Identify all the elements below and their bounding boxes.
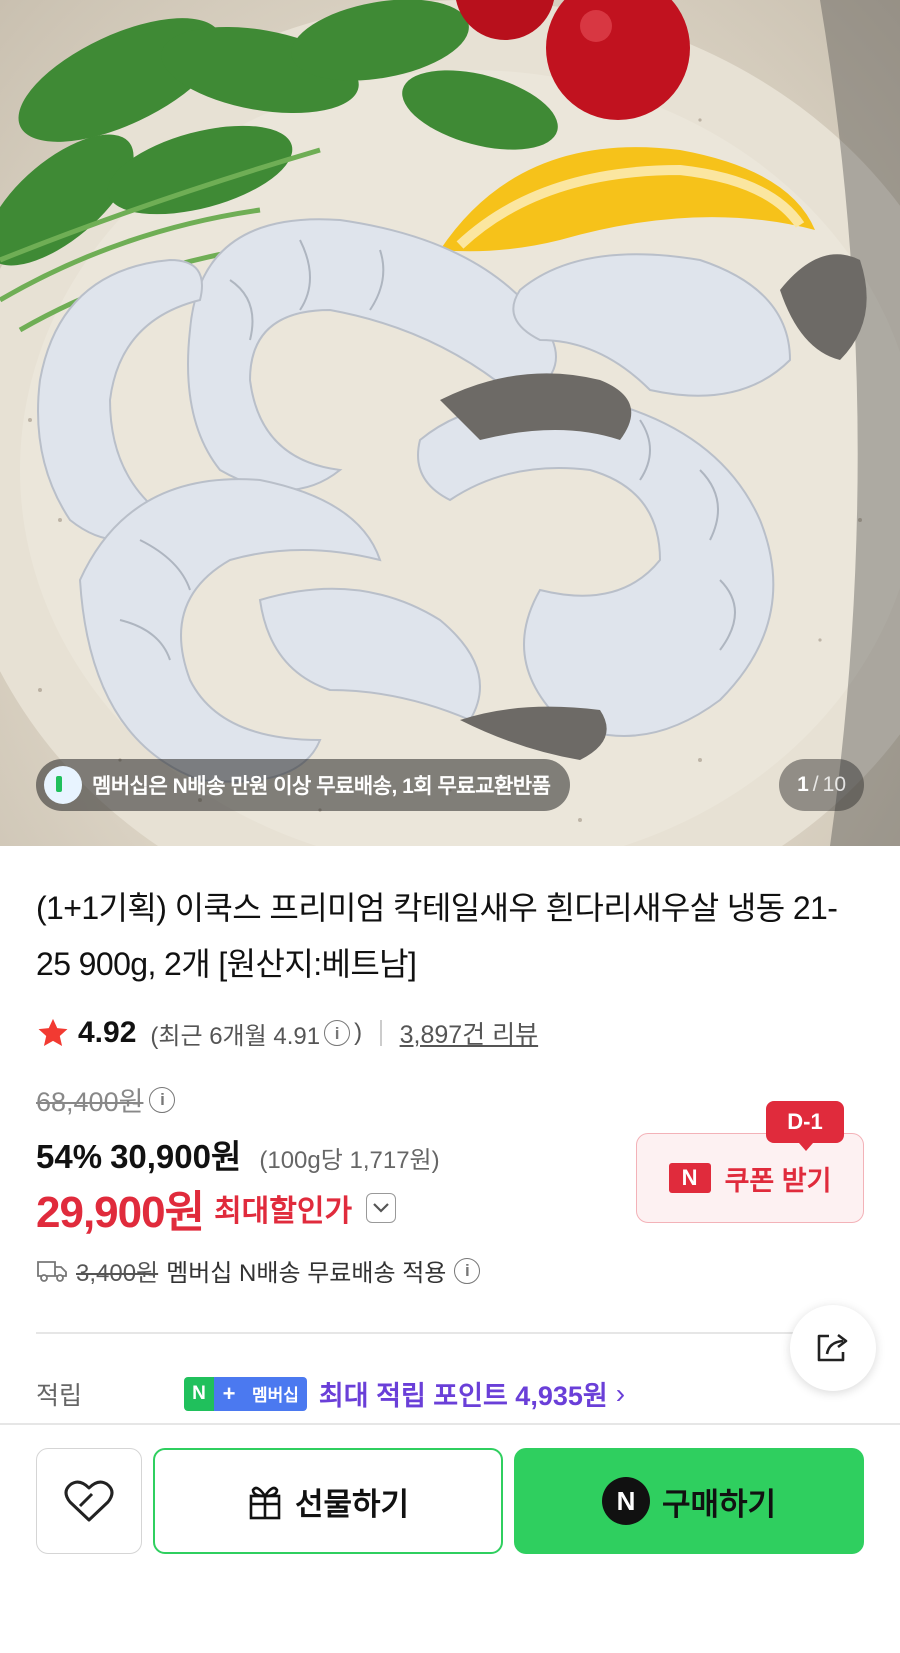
original-price-value: 68,400원 bbox=[36, 1087, 144, 1117]
dday-badge: D-1 bbox=[766, 1101, 844, 1151]
points-text: 최대 적립 포인트 4,935원 bbox=[318, 1381, 608, 1411]
action-bar-divider bbox=[0, 1423, 900, 1425]
discount-percent: 54% bbox=[36, 1138, 103, 1175]
badge-text: 멤버십 bbox=[244, 1376, 307, 1411]
badge-plus: + bbox=[214, 1376, 244, 1411]
sale-price-row: 54% 30,900원 (100g당 1,717원) bbox=[36, 1130, 440, 1178]
share-icon bbox=[817, 1333, 848, 1362]
buy-label: 구매하기 bbox=[661, 1486, 777, 1522]
naver-pay-icon: N bbox=[601, 1477, 650, 1525]
points-row[interactable]: 적립 N + 멤버십 최대 적립 포인트 4,935원 › bbox=[36, 1374, 625, 1413]
gift-label: 선물하기 bbox=[294, 1486, 410, 1522]
max-discount-price: 29,900원 bbox=[36, 1188, 205, 1237]
recent-rating-text: (최근 6개월 4.91 bbox=[150, 1022, 321, 1050]
buy-button[interactable]: N 구매하기 bbox=[514, 1448, 864, 1554]
wishlist-button[interactable] bbox=[36, 1448, 142, 1554]
gift-icon bbox=[249, 1486, 281, 1520]
shipping-fee: 3,400원 bbox=[76, 1260, 159, 1287]
image-counter-total: 10 bbox=[822, 773, 846, 796]
membership-badge: N + 멤버십 bbox=[184, 1376, 307, 1411]
shipping-info-icon[interactable]: i bbox=[454, 1257, 481, 1284]
coupon-label: 쿠폰 받기 bbox=[724, 1165, 832, 1196]
unit-price: (100g당 1,717원) bbox=[259, 1147, 440, 1174]
naver-n-icon: N bbox=[668, 1163, 711, 1193]
shrimp-photo bbox=[0, 0, 900, 846]
star-icon bbox=[38, 1018, 68, 1047]
info-icon[interactable]: i bbox=[324, 1020, 351, 1046]
membership-banner[interactable]: 멤버십은 N배송 만원 이상 무료배송, 1회 무료교환반품 bbox=[36, 759, 571, 811]
review-count-link[interactable]: 3,897건 리뷰 bbox=[400, 1015, 539, 1051]
original-price: 68,400원 i bbox=[36, 1080, 176, 1119]
gift-button[interactable]: 선물하기 bbox=[153, 1448, 503, 1554]
divider bbox=[380, 1020, 382, 1046]
shipping-row: 3,400원 멤버십 N배송 무료배송 적용 i bbox=[36, 1253, 481, 1288]
points-label: 적립 bbox=[36, 1381, 83, 1410]
recent-rating: (최근 6개월 4.91 i ) bbox=[150, 1016, 362, 1051]
chevron-down-icon[interactable] bbox=[366, 1193, 397, 1223]
image-counter-current: 1 bbox=[797, 773, 809, 796]
chevron-right-icon: › bbox=[615, 1377, 626, 1409]
banner-text: 멤버십은 N배송 만원 이상 무료배송, 1회 무료교환반품 bbox=[92, 775, 551, 798]
heart-icon bbox=[64, 1480, 114, 1522]
truck-icon bbox=[37, 1260, 67, 1282]
max-discount-label: 최대할인가 bbox=[214, 1195, 353, 1228]
product-image[interactable]: 멤버십은 N배송 만원 이상 무료배송, 1회 무료교환반품 1 / 10 bbox=[0, 0, 900, 846]
share-button[interactable] bbox=[790, 1305, 876, 1391]
product-title: (1+1기획) 이쿡스 프리미엄 칵테일새우 흰다리새우살 냉동 21-25 9… bbox=[36, 890, 838, 982]
max-discount-row[interactable]: 29,900원 최대할인가 bbox=[36, 1176, 397, 1240]
sale-price: 30,900원 bbox=[110, 1138, 242, 1175]
shipping-text: 멤버십 N배송 무료배송 적용 bbox=[166, 1260, 447, 1287]
coupon-button[interactable]: N 쿠폰 받기 bbox=[636, 1133, 864, 1223]
rating-row: 4.92 (최근 6개월 4.91 i ) 3,897건 리뷰 bbox=[36, 1013, 538, 1053]
section-divider bbox=[36, 1332, 826, 1334]
price-info-icon[interactable]: i bbox=[149, 1086, 176, 1113]
image-counter: 1 / 10 bbox=[779, 759, 864, 811]
rating-score: 4.92 bbox=[78, 1016, 137, 1049]
recent-rating-close: ) bbox=[354, 1019, 363, 1046]
badge-n: N bbox=[184, 1376, 214, 1411]
delivery-icon bbox=[44, 766, 82, 804]
image-counter-separator: / bbox=[812, 773, 819, 796]
